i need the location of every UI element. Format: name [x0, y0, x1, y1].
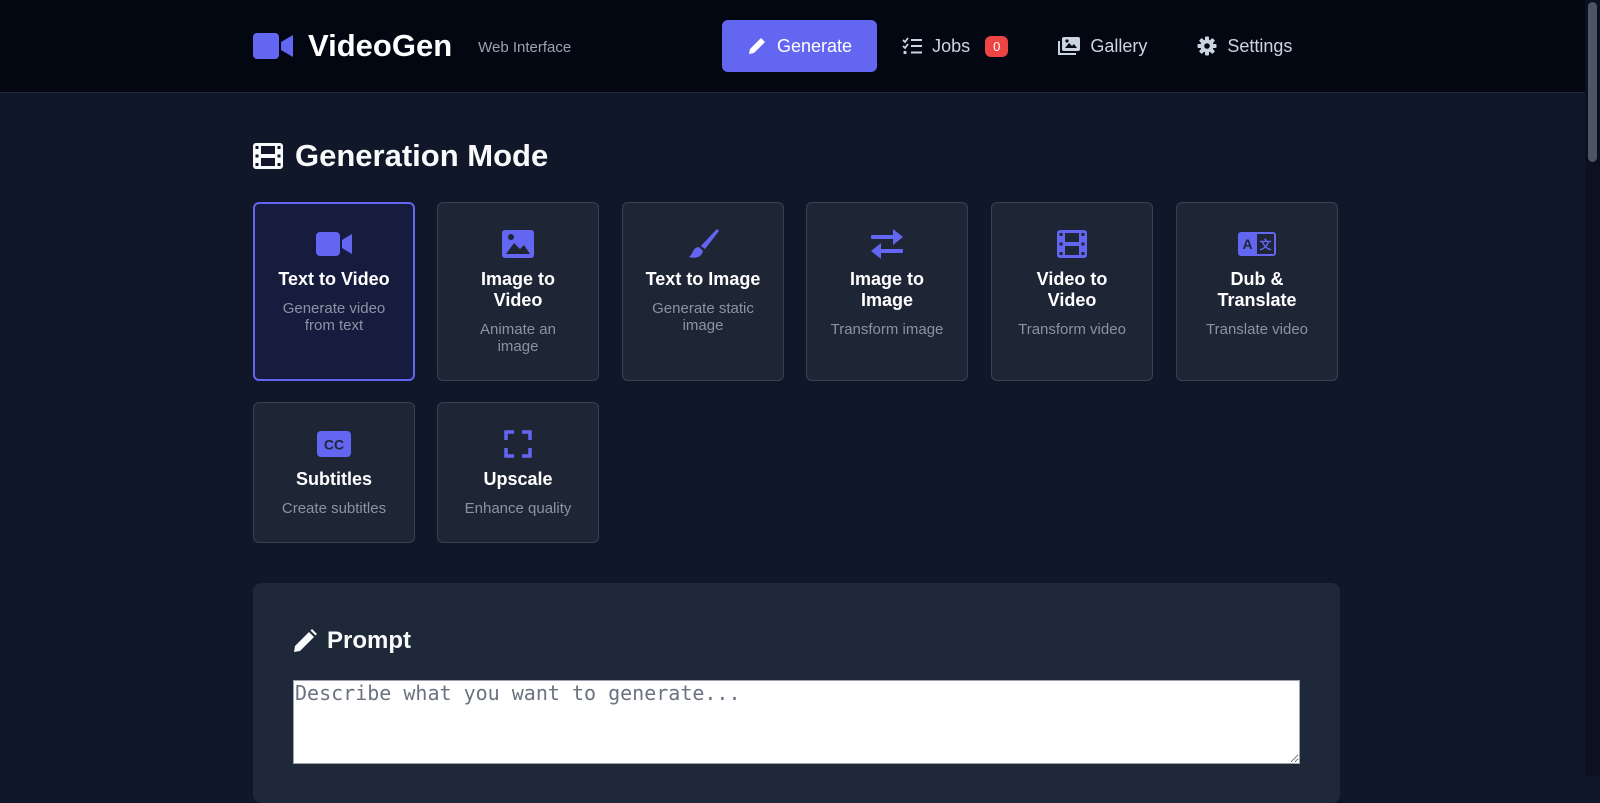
- svg-text:CC: CC: [324, 437, 344, 453]
- svg-text:文: 文: [1259, 237, 1272, 252]
- mode-image-to-video[interactable]: Image to Video Animate an image: [437, 202, 599, 381]
- prompt-input[interactable]: [293, 680, 1300, 764]
- nav-generate[interactable]: Generate: [722, 20, 878, 72]
- nav-gallery[interactable]: Gallery: [1033, 20, 1172, 72]
- mode-video-to-video[interactable]: Video to Video Transform video: [991, 202, 1153, 381]
- mode-description: Transform image: [830, 321, 944, 338]
- paintbrush-icon: [623, 229, 783, 259]
- mode-subtitles[interactable]: CC Subtitles Create subtitles: [253, 402, 415, 543]
- nav-jobs[interactable]: Jobs 0: [877, 20, 1033, 72]
- tasks-icon: [902, 37, 923, 55]
- mode-label: Subtitles: [295, 469, 372, 489]
- mode-label: Video to Video: [1036, 269, 1108, 310]
- expand-icon: [438, 429, 598, 459]
- mode-label: Image to Image: [849, 269, 924, 310]
- mode-description: Animate an image: [480, 321, 556, 355]
- prompt-title: Prompt: [327, 627, 411, 654]
- pencil-icon: [747, 36, 767, 56]
- pencil-icon: [293, 629, 317, 653]
- mode-upscale[interactable]: Upscale Enhance quality: [437, 402, 599, 543]
- mode-label: Text to Video: [278, 269, 390, 289]
- mode-label: Image to Video: [480, 269, 555, 310]
- scrollbar-thumb[interactable]: [1588, 2, 1597, 162]
- mode-description: Generate static image: [652, 300, 754, 334]
- section-title-text: Generation Mode: [295, 138, 549, 173]
- mode-description: Generate video from text: [282, 300, 386, 334]
- svg-text:A: A: [1242, 236, 1252, 252]
- mode-text-to-video[interactable]: Text to Video Generate video from text: [253, 202, 415, 381]
- mode-description: Translate video: [1206, 321, 1308, 338]
- video-camera-icon: [253, 26, 293, 66]
- closed-captions-icon: CC: [254, 429, 414, 459]
- brand[interactable]: VideoGen Web Interface: [253, 26, 571, 66]
- video-camera-icon: [255, 229, 413, 259]
- nav-jobs-label: Jobs: [932, 35, 971, 56]
- mode-description: Create subtitles: [281, 500, 387, 517]
- top-navbar: VideoGen Web Interface Generate Jobs 0 G…: [0, 0, 1585, 93]
- mode-description: Transform video: [1018, 321, 1126, 338]
- mode-label: Upscale: [483, 469, 553, 489]
- nav-generate-label: Generate: [777, 35, 853, 56]
- jobs-count-badge: 0: [985, 35, 1009, 57]
- mode-label: Text to Image: [645, 269, 761, 289]
- images-icon: [1058, 37, 1081, 55]
- mode-image-to-image[interactable]: Image to Image Transform image: [806, 202, 968, 381]
- image-icon: [438, 229, 598, 259]
- mode-text-to-image[interactable]: Text to Image Generate static image: [622, 202, 784, 381]
- nav-settings[interactable]: Settings: [1172, 20, 1317, 72]
- film-icon: [992, 229, 1152, 259]
- language-icon: A 文: [1177, 229, 1337, 259]
- film-icon: [253, 143, 283, 169]
- mode-dub-translate[interactable]: A 文 Dub & Translate Translate video: [1176, 202, 1338, 381]
- main-nav: Generate Jobs 0 Gallery Settings: [722, 20, 1317, 72]
- nav-gallery-label: Gallery: [1090, 35, 1148, 56]
- exchange-arrows-icon: [807, 229, 967, 259]
- gear-icon: [1197, 36, 1217, 56]
- generation-mode-heading: Generation Mode: [253, 138, 548, 174]
- page-scrollbar[interactable]: [1585, 0, 1600, 776]
- brand-title: VideoGen: [308, 28, 453, 63]
- nav-settings-label: Settings: [1227, 35, 1293, 56]
- prompt-heading: Prompt: [293, 627, 411, 655]
- mode-label: Dub & Translate: [1217, 269, 1297, 310]
- prompt-panel: Prompt: [253, 583, 1340, 803]
- mode-description: Enhance quality: [464, 500, 572, 517]
- brand-subtitle: Web Interface: [478, 38, 572, 56]
